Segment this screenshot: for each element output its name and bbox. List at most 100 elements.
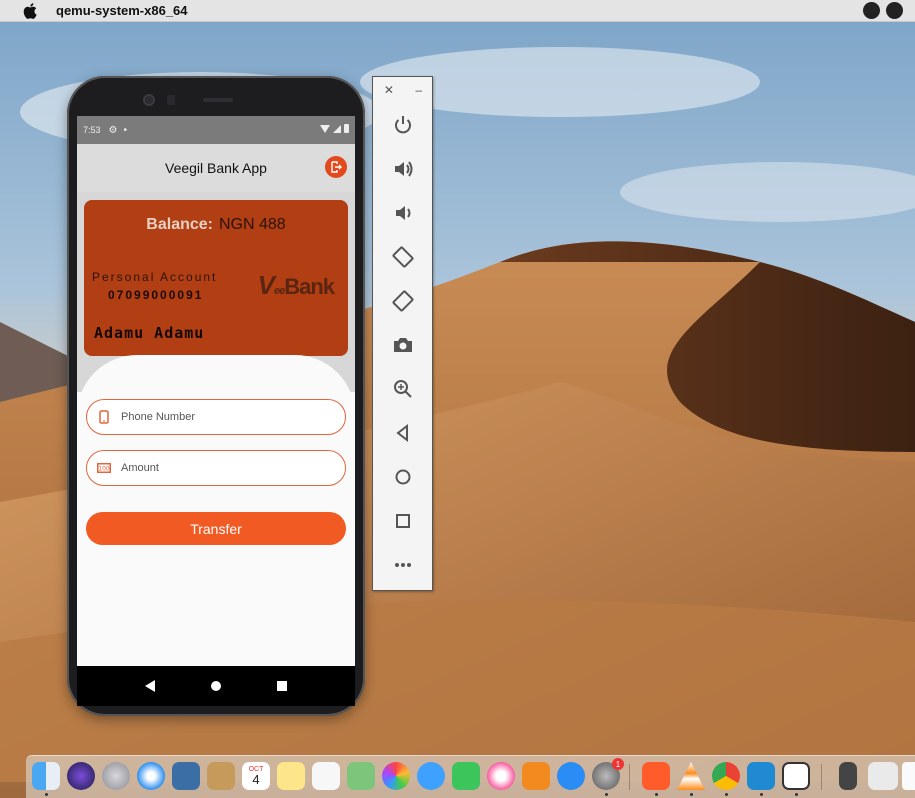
- menu-app-name[interactable]: qemu-system-x86_64: [56, 3, 188, 18]
- messages-icon[interactable]: [417, 762, 445, 790]
- calendar-icon[interactable]: OCT 4: [242, 762, 270, 790]
- status-right-icons: [320, 124, 349, 133]
- nav-home-icon[interactable]: [211, 681, 221, 691]
- earpiece-speaker: [203, 98, 233, 102]
- home-button[interactable]: [387, 461, 419, 493]
- vscode-running-dot: [760, 793, 763, 796]
- android-status-bar: 7:53 ⚙ •: [77, 116, 355, 144]
- sensor-icon: [167, 95, 175, 105]
- more-icon: [395, 563, 411, 567]
- app-title: Veegil Bank App: [165, 160, 267, 176]
- photos-icon[interactable]: [382, 762, 410, 790]
- nav-overview-icon[interactable]: [277, 681, 287, 691]
- rotate-left-icon: [392, 246, 414, 268]
- emulator-toolbar: ✕ –: [372, 76, 433, 591]
- trash-icon[interactable]: [902, 762, 915, 790]
- emulator-minimize-button[interactable]: –: [416, 83, 423, 99]
- account-holder-name: Adamu Adamu: [94, 324, 205, 342]
- android-nav-bar: [77, 666, 355, 706]
- logout-button[interactable]: [325, 156, 347, 178]
- keyboard-viewer-icon[interactable]: [868, 762, 898, 790]
- sysprefs-running-dot: [605, 793, 608, 796]
- logo-bank: Bank: [284, 274, 335, 299]
- balance-row: Balance: NGN 488: [84, 216, 348, 234]
- chrome-running-dot: [725, 793, 728, 796]
- settings-notification-icon: ⚙: [108, 124, 118, 136]
- swift-playgrounds-icon[interactable]: [642, 762, 670, 790]
- swift-running-dot: [655, 793, 658, 796]
- amount-input[interactable]: [121, 462, 321, 474]
- power-icon: [395, 116, 411, 134]
- mail-icon[interactable]: [172, 762, 200, 790]
- notification-badge: 1: [612, 758, 624, 770]
- maps-icon[interactable]: [347, 762, 375, 790]
- logout-icon: [331, 161, 342, 173]
- phone-icon: [97, 410, 111, 424]
- system-preferences-icon[interactable]: 1: [592, 758, 624, 790]
- emulator-icon[interactable]: [839, 762, 857, 790]
- siri-icon[interactable]: [67, 762, 95, 790]
- finder-running-dot: [45, 793, 48, 796]
- nav-back-icon[interactable]: [145, 680, 155, 692]
- back-button[interactable]: [387, 417, 419, 449]
- logo-v: V: [257, 270, 275, 300]
- balance-value: NGN 488: [219, 216, 286, 233]
- phone-number-field[interactable]: [86, 399, 346, 435]
- account-card: Balance: NGN 488 Personal Account 0709900…: [84, 200, 348, 356]
- app-bar: Veegil Bank App: [77, 144, 355, 192]
- logo-ee: ee: [273, 285, 285, 297]
- volume-down-button[interactable]: [387, 197, 419, 229]
- dock-separator: [629, 764, 630, 790]
- back-icon: [396, 423, 408, 443]
- notes-icon[interactable]: [277, 762, 305, 790]
- phone-bezel-top: [67, 76, 365, 116]
- calendar-day: 4: [252, 772, 260, 787]
- app-store-icon[interactable]: [557, 762, 585, 790]
- battery-icon: [344, 124, 349, 133]
- books-icon[interactable]: [522, 762, 550, 790]
- volume-down-icon: [396, 206, 411, 220]
- volume-up-icon: [395, 161, 413, 177]
- chrome-icon[interactable]: [712, 762, 740, 790]
- account-type: Personal Account: [92, 270, 218, 284]
- amount-field[interactable]: 100: [86, 450, 346, 486]
- wifi-icon: [320, 124, 330, 133]
- notification-dot-icon: •: [123, 124, 128, 136]
- rotate-right-icon: [392, 290, 414, 312]
- overview-button[interactable]: [387, 505, 419, 537]
- transfer-button[interactable]: Transfer: [86, 512, 346, 545]
- creative-cloud-sync-icon[interactable]: [886, 2, 903, 19]
- phone-number-input[interactable]: [121, 411, 321, 423]
- android-studio-running-dot: [795, 793, 798, 796]
- apple-icon[interactable]: [20, 1, 40, 21]
- zoom-icon: [394, 380, 412, 398]
- menu-status-icons: [863, 2, 903, 19]
- safari-icon[interactable]: [137, 762, 165, 790]
- creative-cloud-icon[interactable]: [863, 2, 880, 19]
- home-icon: [395, 469, 411, 485]
- money-icon: 100: [97, 461, 111, 475]
- signal-icon: [333, 124, 341, 133]
- screenshot-button[interactable]: [387, 329, 419, 361]
- vlc-running-dot: [690, 793, 693, 796]
- more-button[interactable]: [387, 549, 419, 581]
- rotate-right-button[interactable]: [387, 285, 419, 317]
- launchpad-icon[interactable]: [102, 762, 130, 790]
- volume-up-button[interactable]: [387, 153, 419, 185]
- account-number: 07099000091: [108, 288, 204, 302]
- finder-icon[interactable]: [32, 762, 60, 790]
- vscode-icon[interactable]: [747, 762, 775, 790]
- zoom-button[interactable]: [387, 373, 419, 405]
- overview-icon: [396, 514, 410, 528]
- power-button[interactable]: [387, 109, 419, 141]
- emulator-close-button[interactable]: ✕: [384, 83, 394, 99]
- rotate-left-button[interactable]: [387, 241, 419, 273]
- dock-separator-2: [821, 764, 822, 790]
- reminders-icon[interactable]: [312, 762, 340, 790]
- music-icon[interactable]: [487, 762, 515, 790]
- facetime-icon[interactable]: [452, 762, 480, 790]
- svg-text:100: 100: [98, 466, 110, 473]
- vlc-icon[interactable]: [677, 762, 705, 790]
- contacts-icon[interactable]: [207, 762, 235, 790]
- android-studio-icon[interactable]: [782, 762, 810, 790]
